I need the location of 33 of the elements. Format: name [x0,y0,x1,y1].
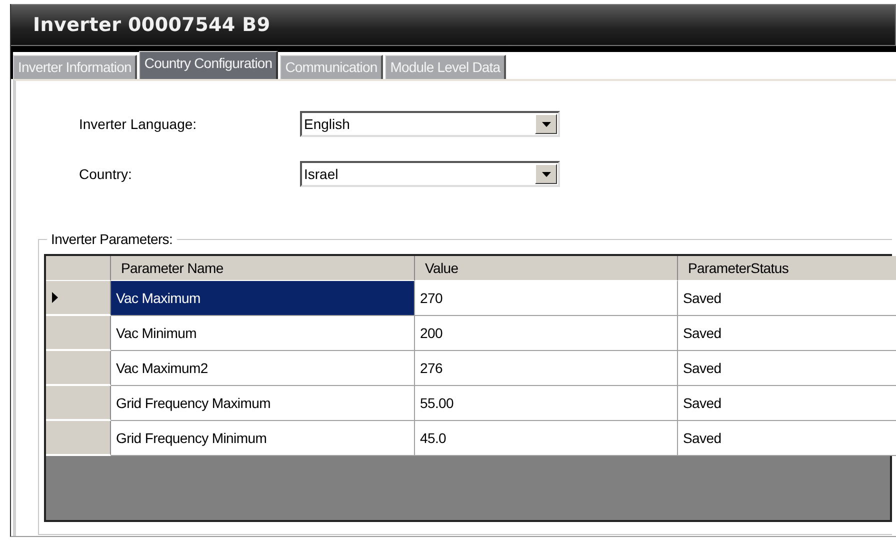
table-cell: 45.0 [415,421,678,456]
table-cell: Saved [678,421,896,456]
column-header[interactable]: Value [415,256,678,281]
row-header[interactable] [46,316,111,351]
table-cell: 55.00 [415,386,678,421]
table-cell: Saved [678,386,896,421]
table-cell: Grid Frequency Minimum [111,421,415,456]
dropdown[interactable]: English [300,111,560,137]
row-header[interactable] [46,386,111,421]
table-cell: Saved [678,281,896,316]
row-header[interactable] [46,351,111,386]
field-label: Inverter Language: [79,116,198,132]
table-cell: Saved [678,316,896,351]
current-row-icon [52,292,58,303]
window-title: Inverter 00007544 B9 [11,4,896,46]
tab[interactable]: Country Configuration [139,51,278,79]
dropdown[interactable]: Israel [300,161,560,187]
table-cell: 276 [415,351,678,386]
table-cell: Vac Minimum [111,316,415,351]
caret-icon [542,122,550,126]
field-label: Country: [79,166,133,182]
table-cell: Saved [678,351,896,386]
row-header[interactable] [46,281,111,316]
table-cell: Grid Frequency Maximum [111,386,415,421]
caret-icon [542,172,550,176]
column-header[interactable]: ParameterStatus [678,256,896,281]
table-cell: Vac Maximum [111,281,415,316]
column-header[interactable]: Parameter Name [111,256,415,281]
table-cell: 270 [415,281,678,316]
table-cell: 200 [415,316,678,351]
table-cell: Vac Maximum2 [111,351,415,386]
row-header[interactable] [46,421,111,456]
group-title: Inverter Parameters: [47,231,177,247]
